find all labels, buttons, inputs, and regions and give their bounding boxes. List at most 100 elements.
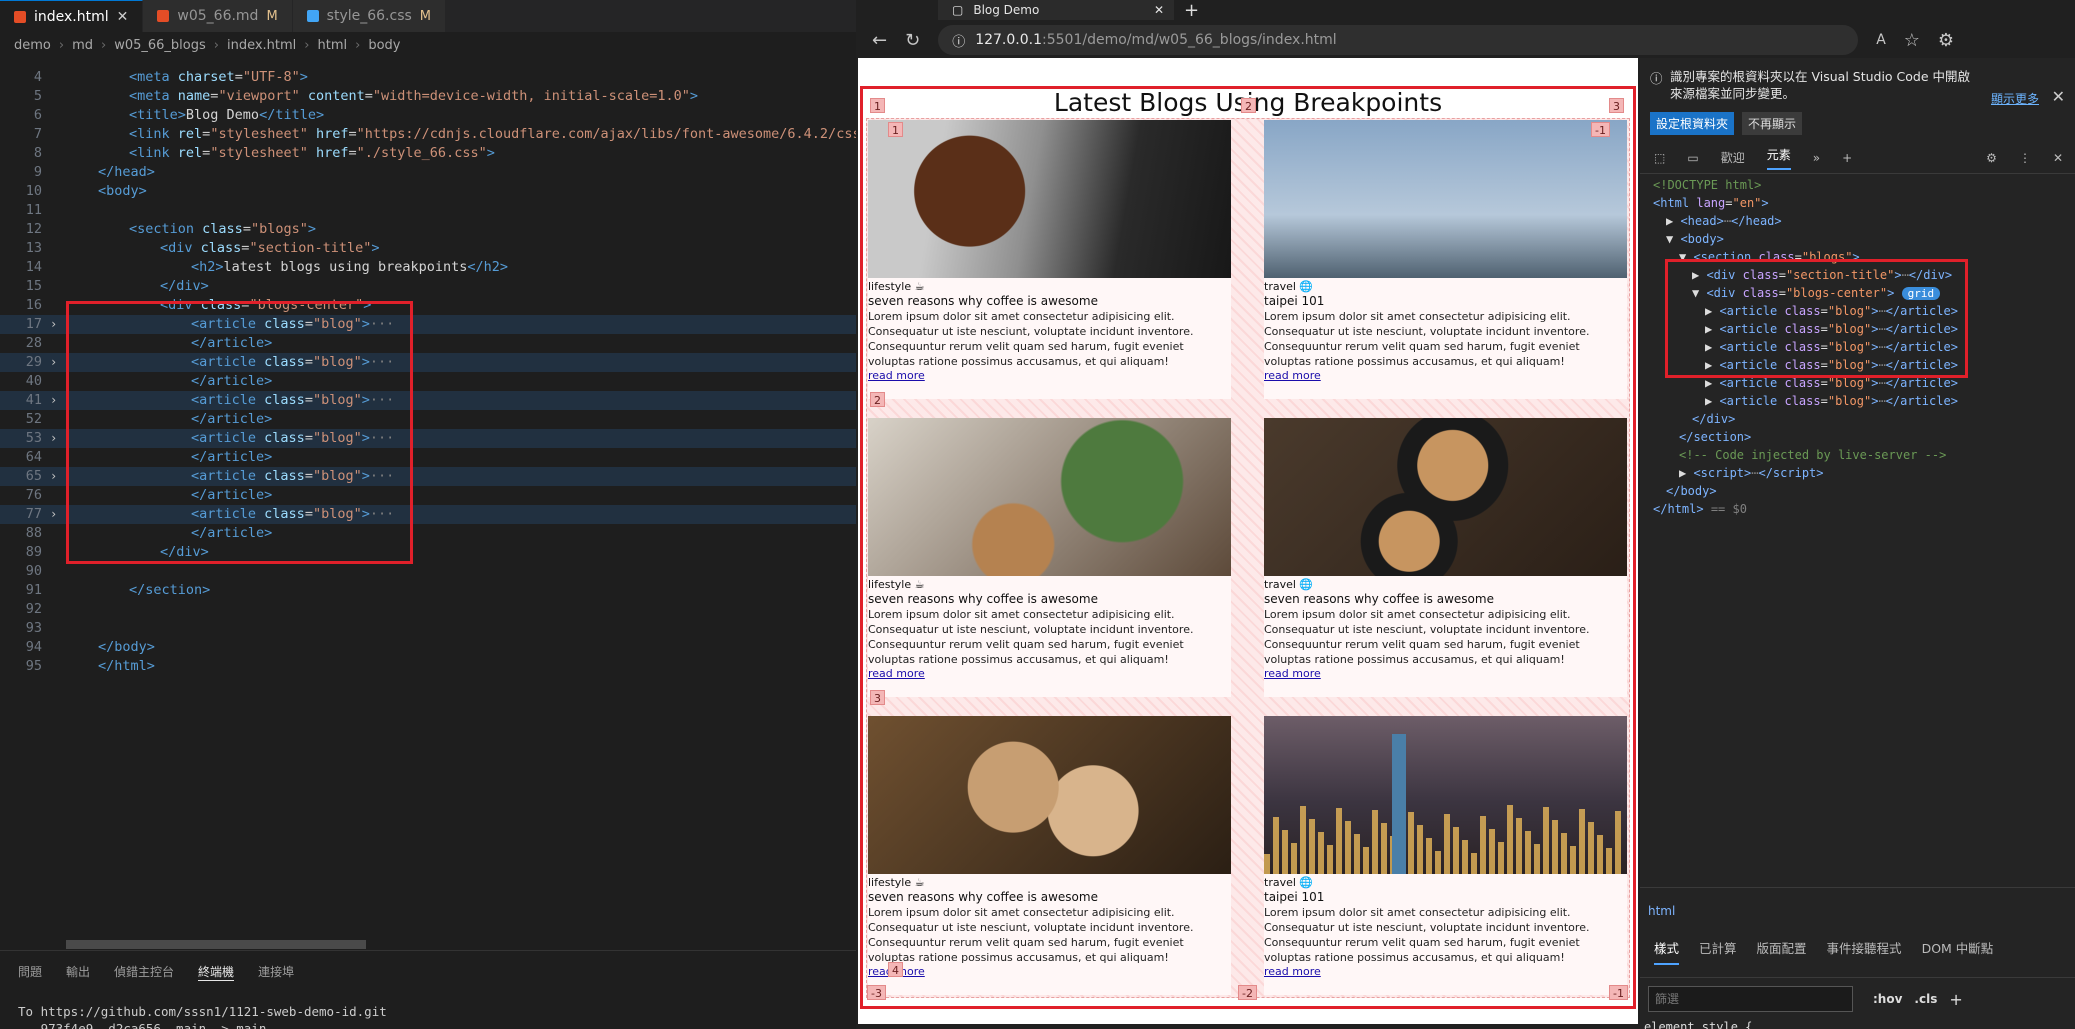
page-icon: ▢ <box>952 3 964 17</box>
more-icon[interactable]: ⋮ <box>2019 151 2031 165</box>
styles-filter-input[interactable] <box>1648 986 1853 1012</box>
browser-tab[interactable]: ▢ Blog Demo ✕ <box>938 0 1174 20</box>
tab-style-66-css[interactable]: style_66.css M <box>292 0 447 32</box>
browser-tab-title: Blog Demo <box>973 3 1040 17</box>
tab-ports[interactable]: 連接埠 <box>258 963 294 981</box>
fold-chevron-icon[interactable]: › <box>50 353 57 372</box>
tab-welcome[interactable]: 歡迎 <box>1721 149 1745 166</box>
tab-w05-66-md[interactable]: w05_66.md M <box>143 0 293 32</box>
inspect-icon[interactable]: ⬚ <box>1654 151 1665 165</box>
tab-index-html[interactable]: index.html ✕ <box>0 0 144 32</box>
dom-node[interactable]: </div> <box>1692 410 1735 428</box>
new-tab-icon[interactable]: + <box>1184 0 1199 21</box>
tab-debug-console[interactable]: 偵錯主控台 <box>114 963 174 981</box>
horizontal-scrollbar[interactable] <box>66 940 366 949</box>
code-line[interactable]: 11 <box>0 201 856 220</box>
refresh-icon[interactable]: ↻ <box>905 30 920 51</box>
add-rule-icon[interactable]: + <box>1949 990 1962 1009</box>
code-text: <body> <box>98 183 147 199</box>
fold-chevron-icon[interactable]: › <box>50 315 57 334</box>
cls-toggle[interactable]: .cls <box>1914 992 1937 1006</box>
hov-toggle[interactable]: :hov <box>1873 992 1902 1006</box>
code-line[interactable]: 4 <meta charset="UTF-8"> <box>0 68 856 87</box>
bottom-panel: 問題 輸出 偵錯主控台 終端機 連接埠 To https://github.co… <box>0 950 856 1029</box>
read-aloud-icon[interactable]: A <box>1876 32 1886 48</box>
fold-chevron-icon[interactable]: › <box>50 467 57 486</box>
fold-chevron-icon[interactable]: › <box>50 391 57 410</box>
line-number: 13 <box>25 240 42 256</box>
dom-breadcrumb[interactable]: html <box>1648 904 1675 918</box>
code-text: </body> <box>98 639 155 655</box>
code-line[interactable]: 95 </html> <box>0 657 856 676</box>
close-icon[interactable]: ✕ <box>1154 3 1164 17</box>
code-line[interactable]: 13 <div class="section-title"> <box>0 239 856 258</box>
code-line[interactable]: 14 <h2>latest blogs using breakpoints</h2… <box>0 258 856 277</box>
terminal-line: 973f4e9..d2ca656 main -> main <box>18 1021 267 1029</box>
breadcrumb-item[interactable]: w05_66_blogs <box>114 38 206 53</box>
breadcrumb-item[interactable]: html <box>317 38 347 53</box>
tab-terminal[interactable]: 終端機 <box>198 963 235 981</box>
dom-node[interactable]: ▶ <script>⋯</script> <box>1679 464 1824 482</box>
browser-tabstrip: ▢ Blog Demo ✕ + <box>856 0 2075 21</box>
code-line[interactable]: 9 </head> <box>0 163 856 182</box>
tab-problems[interactable]: 問題 <box>18 963 42 981</box>
code-line[interactable]: 10 <body> <box>0 182 856 201</box>
code-line[interactable]: 5 <meta name="viewport" content="width=de… <box>0 87 856 106</box>
code-line[interactable]: 93 <box>0 619 856 638</box>
code-line[interactable]: 12 <section class="blogs"> <box>0 220 856 239</box>
code-line[interactable]: 92 <box>0 600 856 619</box>
tab-dom-breakpoints[interactable]: DOM 中斷點 <box>1922 938 1994 965</box>
url-field[interactable]: ⓘ 127.0.0.1:5501/demo/md/w05_66_blogs/in… <box>938 25 1859 55</box>
device-icon[interactable]: ▭ <box>1687 151 1698 165</box>
dom-node[interactable]: <!-- Code injected by live-server --> <box>1679 446 1946 464</box>
breadcrumb-item[interactable]: index.html <box>227 38 296 53</box>
favorites-icon[interactable]: ☆ <box>1904 30 1920 51</box>
code-line[interactable]: 7 <link rel="stylesheet" href="https://cd… <box>0 125 926 144</box>
breadcrumb-item[interactable]: body <box>368 38 400 53</box>
dont-show-again-button[interactable]: 不再顯示 <box>1742 112 1803 135</box>
dom-node[interactable]: </section> <box>1679 428 1751 446</box>
line-number: 88 <box>25 525 42 541</box>
settings-icon[interactable]: ⚙ <box>1986 151 1997 165</box>
tab-event-listeners[interactable]: 事件接聽程式 <box>1827 938 1902 965</box>
close-icon[interactable]: ✕ <box>117 9 129 25</box>
show-more-link[interactable]: 顯示更多 <box>1991 91 2039 108</box>
info-icon[interactable]: ⓘ <box>952 31 965 50</box>
terminal-output[interactable]: To https://github.com/sssn1/1121-sweb-de… <box>0 993 856 1029</box>
dom-node[interactable]: <!DOCTYPE html> <box>1653 176 1761 194</box>
dom-node[interactable]: ▼ <body> <box>1666 230 1724 248</box>
tab-output[interactable]: 輸出 <box>66 963 90 981</box>
add-tab-icon[interactable]: + <box>1842 151 1852 165</box>
close-icon[interactable]: ✕ <box>2052 88 2065 105</box>
dom-node[interactable]: ▶ <article class="blog">⋯</article> <box>1705 392 1958 410</box>
code-line[interactable]: 91 </section> <box>0 581 856 600</box>
breadcrumb-item[interactable]: demo <box>14 38 51 53</box>
devtools-toolbar: ⬚ ▭ 歡迎 元素 » + ⚙ ⋮ ✕ <box>1640 142 2075 174</box>
fold-chevron-icon[interactable]: › <box>50 505 57 524</box>
set-root-folder-button[interactable]: 設定根資料夾 <box>1650 112 1735 135</box>
code-text: </section> <box>129 582 211 598</box>
dom-node[interactable]: ▶ <head>⋯</head> <box>1666 212 1782 230</box>
dom-node[interactable]: </body> <box>1666 482 1717 500</box>
code-line[interactable]: 8 <link rel="stylesheet" href="./style_66… <box>0 144 856 163</box>
code-line[interactable]: 6 <title>Blog Demo</title> <box>0 106 856 125</box>
chevron-right-icon: › <box>213 37 219 53</box>
tab-label: style_66.css <box>326 8 412 24</box>
code-line[interactable]: 15 </div> <box>0 277 856 296</box>
code-line[interactable]: 90 <box>0 562 856 581</box>
dom-node[interactable]: <html lang="en"> <box>1653 194 1769 212</box>
code-line[interactable]: 94 </body> <box>0 638 856 657</box>
extensions-icon[interactable]: ⚙ <box>1938 30 1954 51</box>
line-number: 16 <box>25 297 42 313</box>
fold-chevron-icon[interactable]: › <box>50 429 57 448</box>
more-tabs-icon[interactable]: » <box>1813 151 1820 165</box>
tab-computed[interactable]: 已計算 <box>1699 938 1737 965</box>
back-icon[interactable]: ← <box>872 30 887 51</box>
tab-elements[interactable]: 元素 <box>1766 146 1791 170</box>
tab-layout[interactable]: 版面配置 <box>1757 938 1807 965</box>
breadcrumb-item[interactable]: md <box>72 38 93 53</box>
tab-styles[interactable]: 樣式 <box>1654 938 1680 965</box>
dom-node[interactable]: </html> == $0 <box>1653 500 1747 518</box>
devtools-panel: ⓘ 識別專案的根資料夾以在 Visual Studio Code 中開啟 來源檔… <box>1640 58 2075 1029</box>
close-icon[interactable]: ✕ <box>2053 151 2063 165</box>
